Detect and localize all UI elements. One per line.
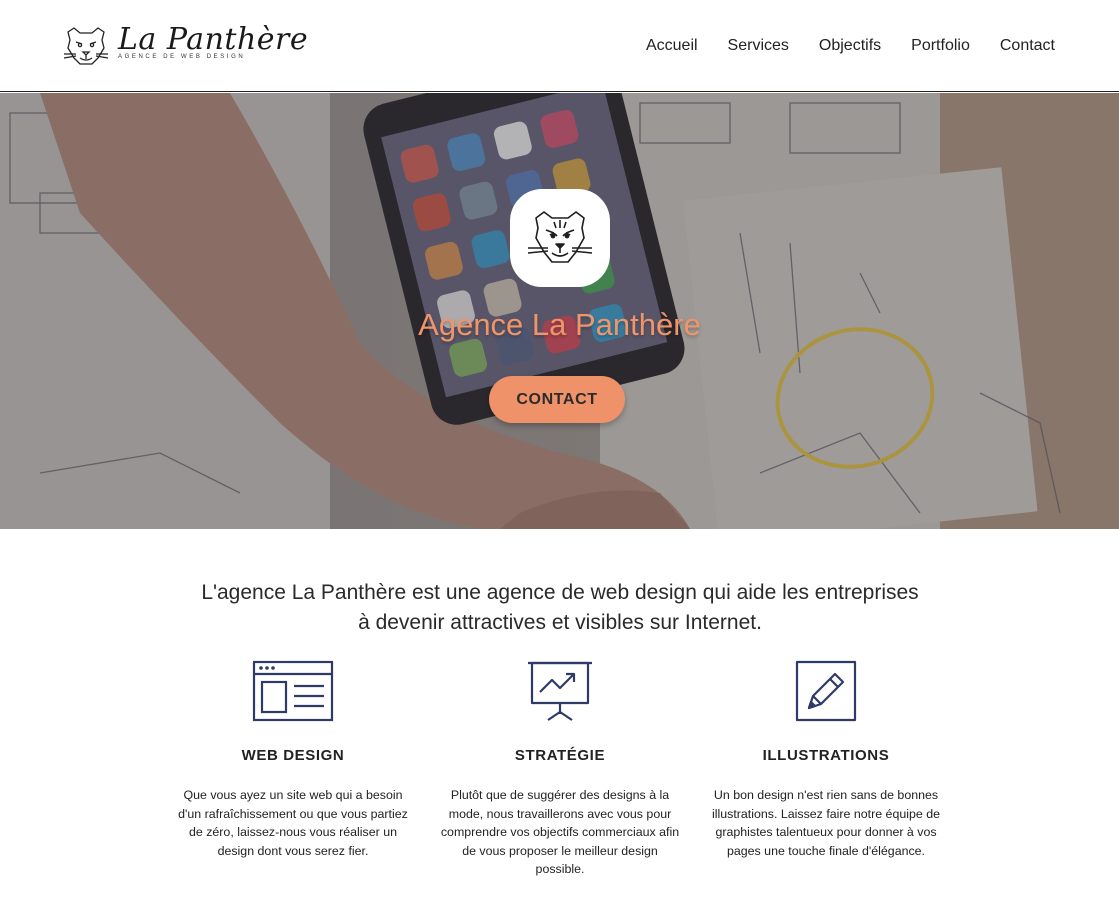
feature-title-web-design: WEB DESIGN — [241, 747, 345, 764]
nav-portfolio[interactable]: Portfolio — [911, 37, 970, 55]
feature-text-strategie: Plutôt que de suggérer des designs à la … — [440, 788, 680, 876]
feature-title-strategie: STRATÉGIE — [514, 747, 606, 764]
panther-head-icon — [527, 211, 593, 263]
presentation-chart-icon — [528, 661, 592, 721]
feature-text-illustrations: Un bon design n'est rien sans de bonnes … — [712, 788, 940, 858]
nav-services[interactable]: Services — [728, 37, 789, 55]
feature-illustrations: ILLUSTRATIONS Un bon design n'est rien s… — [706, 660, 946, 860]
nav-accueil[interactable]: Accueil — [646, 37, 698, 55]
feature-web-design: WEB DESIGN Que vous ayez un site web qui… — [173, 660, 413, 860]
pencil-icon — [795, 660, 857, 722]
hero-section: Agence La Panthère CONTACT — [0, 93, 1119, 529]
logo-name: La Panthère — [118, 22, 309, 57]
hero-contact-button[interactable]: CONTACT — [489, 376, 625, 423]
nav-objectifs[interactable]: Objectifs — [819, 37, 881, 55]
feature-strategie: STRATÉGIE Plutôt que de suggérer des des… — [440, 660, 680, 879]
site-logo[interactable]: La Panthère AGENCE DE WEB DESIGN — [60, 22, 308, 70]
intro-line-2: à devenir attractives et visibles sur In… — [358, 611, 762, 634]
hero-title: Agence La Panthère — [418, 307, 701, 342]
hero-logo-badge — [510, 189, 610, 287]
feature-title-illustrations: ILLUSTRATIONS — [762, 747, 890, 764]
nav-contact[interactable]: Contact — [1000, 37, 1055, 55]
intro-text: L'agence La Panthère est une agence de w… — [160, 578, 960, 638]
site-header: La Panthère AGENCE DE WEB DESIGN Accueil… — [0, 0, 1119, 92]
intro-line-1: L'agence La Panthère est une agence de w… — [201, 581, 919, 604]
main-nav: Accueil Services Objectifs Portfolio Con… — [646, 37, 1055, 55]
panther-logo-icon — [63, 27, 109, 65]
logo-tagline: AGENCE DE WEB DESIGN — [118, 54, 246, 60]
feature-text-web-design: Que vous ayez un site web qui a besoin d… — [178, 788, 408, 858]
browser-window-icon — [252, 660, 334, 722]
